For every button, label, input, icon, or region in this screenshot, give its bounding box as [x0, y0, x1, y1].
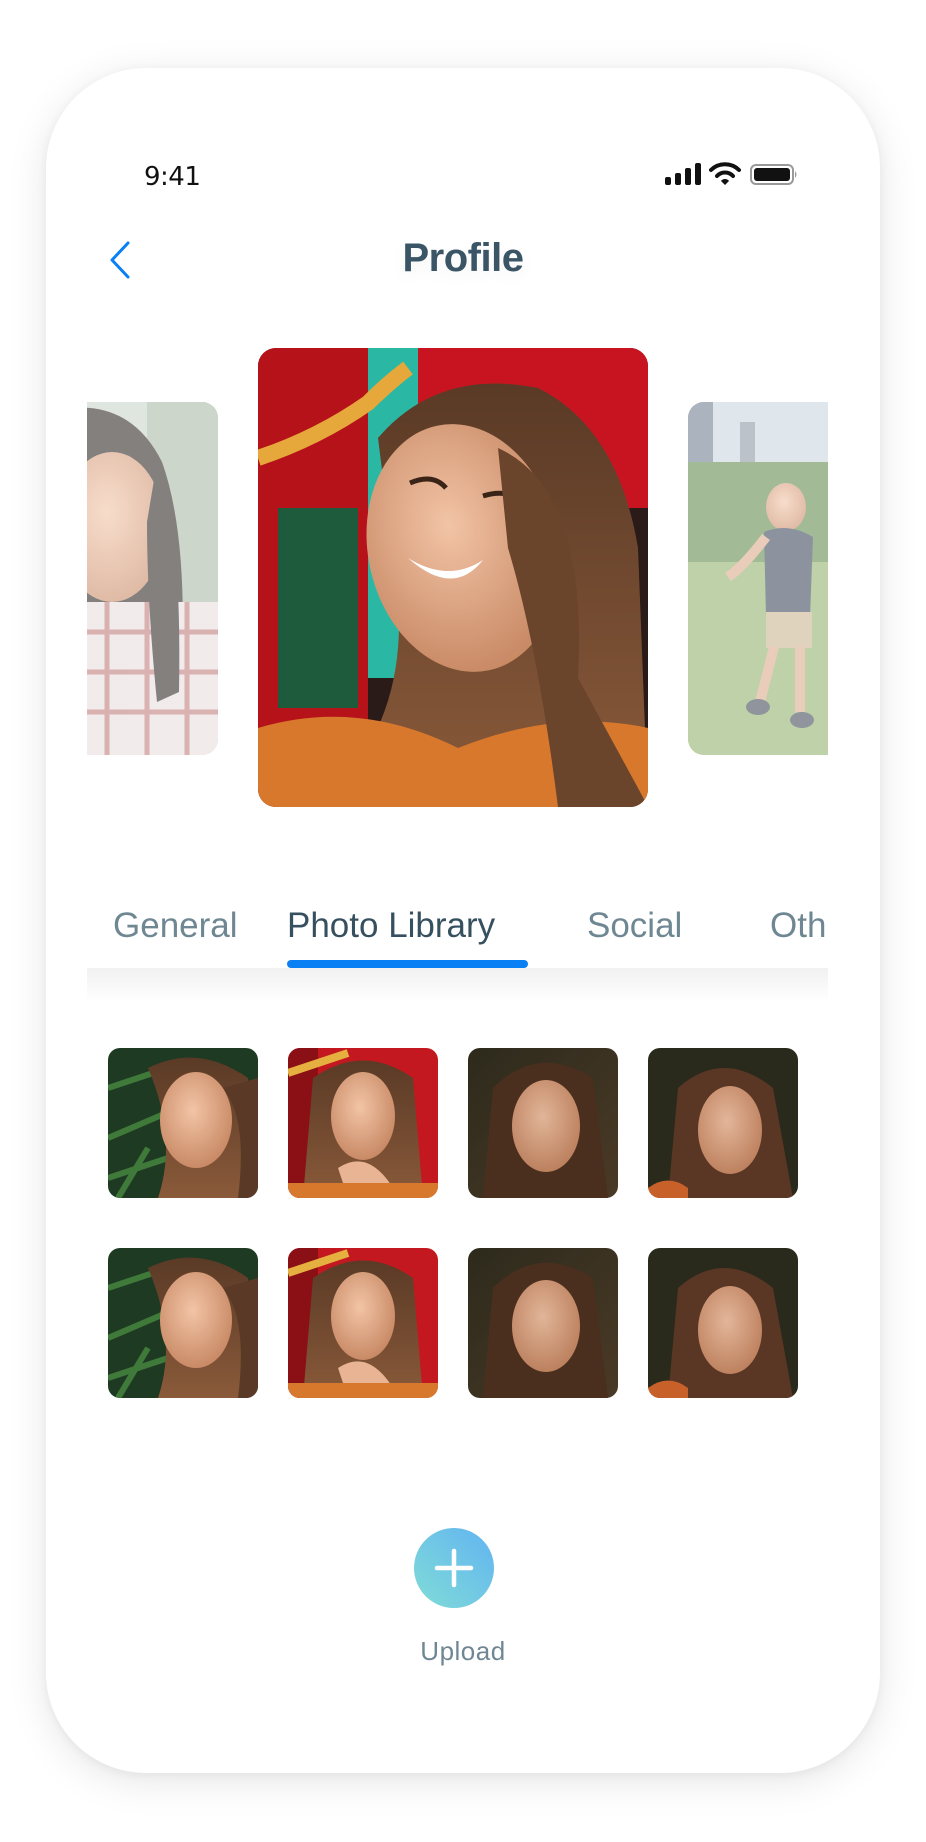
photo-thumbnail[interactable]: [108, 1248, 258, 1398]
photo-portrait-dark-forest: [468, 1048, 618, 1198]
upload-button[interactable]: [414, 1528, 494, 1608]
photo-thumbnail[interactable]: [288, 1248, 438, 1398]
photo-portrait-red-background: [288, 1248, 438, 1398]
carousel-item-current[interactable]: [258, 348, 648, 807]
tab-general[interactable]: General: [113, 906, 238, 946]
phone-frame: 9:41 Profile General Photo Library Socia…: [46, 68, 880, 1773]
carousel-item-next[interactable]: [688, 402, 828, 755]
tab-bar: General Photo Library Social Oth: [87, 888, 828, 980]
battery-icon: [750, 164, 798, 185]
photo-thumbnail[interactable]: [468, 1048, 618, 1198]
photo-thumbnail[interactable]: [468, 1248, 618, 1398]
photo-portrait-dark-smile: [648, 1248, 798, 1398]
inactive-overlay: [688, 402, 828, 755]
inactive-overlay: [87, 402, 218, 755]
cellular-signal-icon: [665, 163, 701, 185]
photo-portrait-leaves: [108, 1248, 258, 1398]
tab-photo-library[interactable]: Photo Library: [287, 906, 495, 946]
carousel-item-previous[interactable]: [87, 402, 218, 755]
photo-smiling-woman: [258, 348, 648, 807]
photo-portrait-dark-forest: [468, 1248, 618, 1398]
status-time: 9:41: [144, 162, 201, 192]
photo-portrait-dark-smile: [648, 1048, 798, 1198]
photo-portrait-leaves: [108, 1048, 258, 1198]
tab-other[interactable]: Oth: [770, 906, 826, 946]
photo-thumbnail[interactable]: [108, 1048, 258, 1198]
upload-label: Upload: [420, 1636, 506, 1666]
tab-social[interactable]: Social: [587, 906, 682, 946]
page-title: Profile: [402, 236, 524, 280]
photo-portrait-red-background: [288, 1048, 438, 1198]
photo-thumbnail[interactable]: [288, 1048, 438, 1198]
active-tab-indicator: [287, 960, 528, 968]
photo-thumbnail[interactable]: [648, 1048, 798, 1198]
photo-thumbnail[interactable]: [648, 1248, 798, 1398]
wifi-icon: [709, 162, 741, 186]
plus-icon: [434, 1548, 474, 1588]
tab-bar-shadow: [87, 968, 828, 1002]
